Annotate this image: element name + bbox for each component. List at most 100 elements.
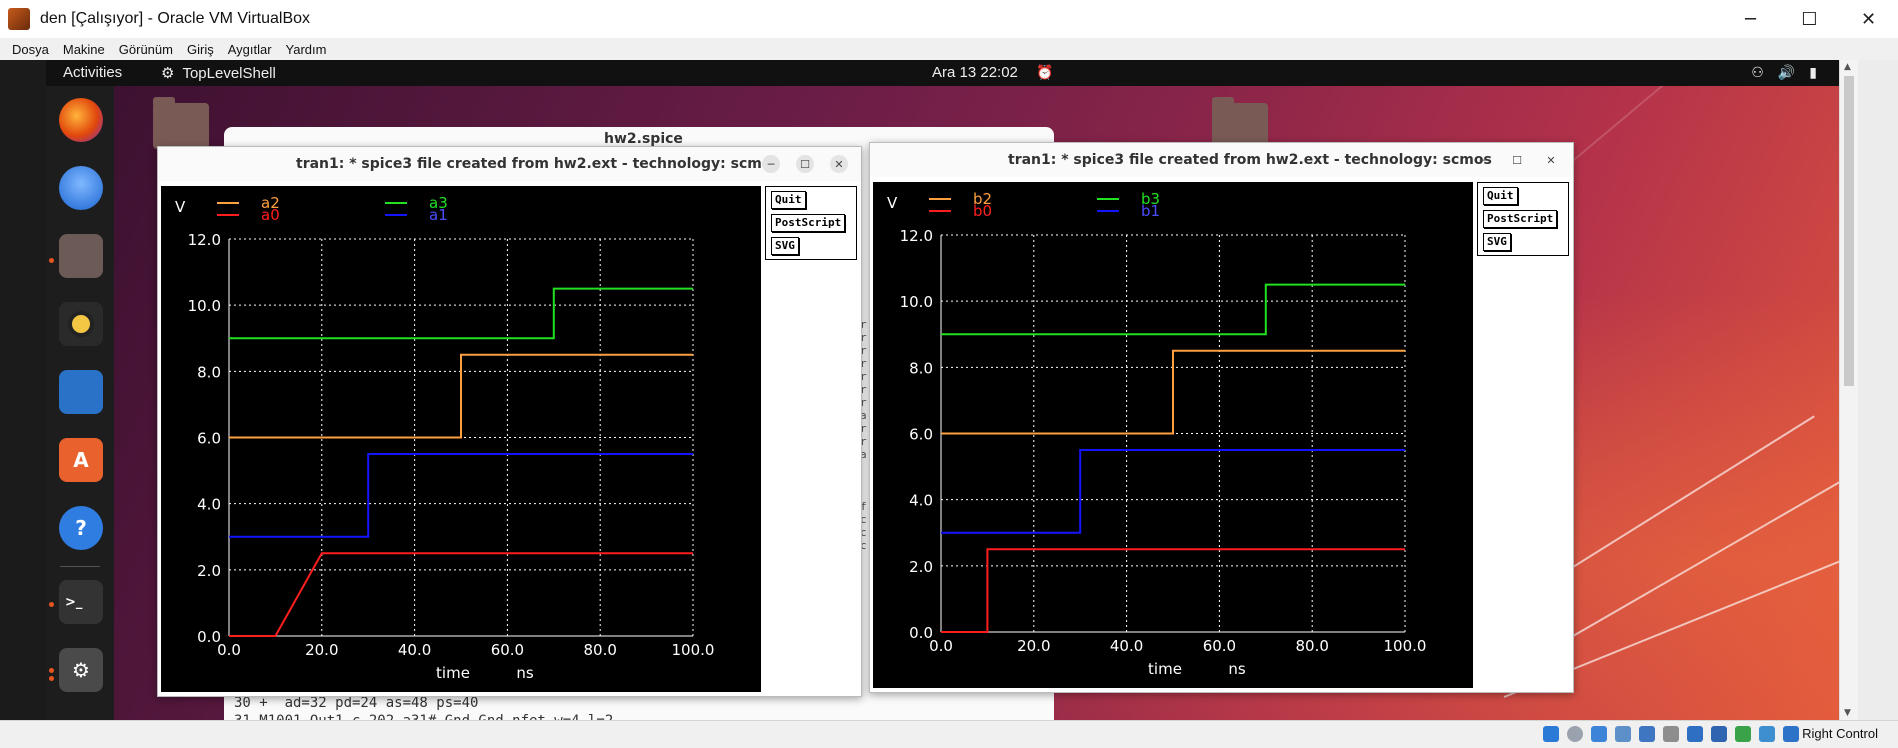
app-menu[interactable]: ⚙ TopLevelShell: [161, 64, 276, 83]
menu-giris[interactable]: Giriş: [180, 42, 221, 57]
display-icon[interactable]: [1687, 726, 1703, 742]
graph-a-plot-area[interactable]: 0.0 20.0 40.0 60.0 80.0 100.0 0.0 2.0 4.0 6.0 8.0 1…: [161, 186, 761, 692]
app-menu-label: TopLevelShell: [182, 64, 276, 82]
y-tick-label: 12.0: [900, 227, 933, 245]
x-tick-label: 40.0: [1110, 637, 1143, 655]
help-icon[interactable]: ?: [59, 506, 103, 550]
running-indicator: [49, 676, 54, 681]
minimize-button[interactable]: ─: [1721, 0, 1780, 38]
series-line-a2: [229, 353, 693, 439]
maximize-button[interactable]: ☐: [1780, 0, 1839, 38]
app-center-icon[interactable]: A: [59, 438, 103, 482]
activities-button[interactable]: Activities: [63, 64, 122, 81]
x-tick-label: 60.0: [491, 641, 524, 659]
graph-b-button-panel: Quit PostScript SVG: [1477, 182, 1569, 256]
window-controls: ─ ☐ ✕: [1721, 0, 1898, 38]
scroll-down-icon[interactable]: ▼: [1844, 708, 1851, 718]
shared-folders-icon[interactable]: [1663, 726, 1679, 742]
series-line-b3: [941, 283, 1405, 336]
firefox-icon[interactable]: [59, 98, 103, 142]
x-tick-label: 80.0: [583, 641, 616, 659]
menu-gorunum[interactable]: Görünüm: [112, 42, 180, 57]
minimize-icon[interactable]: ─: [762, 155, 780, 173]
dock-separator: [60, 566, 100, 567]
network-icon: ⚇: [1751, 64, 1764, 80]
menu-aygitlar[interactable]: Aygıtlar: [221, 42, 279, 57]
y-tick-label: 6.0: [197, 430, 221, 448]
audio-icon[interactable]: [1591, 726, 1607, 742]
rhythmbox-icon[interactable]: [59, 302, 103, 346]
y-tick-label: 2.0: [197, 562, 221, 580]
graph-b-plot-area[interactable]: 0.0 20.0 40.0 60.0 80.0 100.0 0.0 2.0 4.0 6.0 8.0 1…: [873, 182, 1473, 688]
y-tick-label: 10.0: [188, 297, 221, 315]
series-line-a0: [229, 552, 693, 637]
menu-dosya[interactable]: Dosya: [0, 42, 56, 57]
gnome-top-bar: Activities ⚙ TopLevelShell Ara 13 22:02 …: [46, 60, 1839, 86]
y-tick-label: 12.0: [188, 231, 221, 249]
x-tick-label: 40.0: [398, 641, 431, 659]
editor-line: 30 + ad=32 pd=24 as=48 ps=40: [234, 695, 479, 711]
series-line-a3: [229, 287, 693, 340]
vertical-scrollbar[interactable]: ▲ ▼: [1839, 60, 1858, 720]
y-tick-label: 4.0: [197, 496, 221, 514]
optical-drive-icon[interactable]: [1567, 726, 1583, 742]
legend-label: b1: [1141, 202, 1160, 220]
scroll-up-icon[interactable]: ▲: [1844, 62, 1851, 72]
graph-window-b: tran1: * spice3 file created from hw2.ex…: [869, 142, 1574, 693]
svg-button[interactable]: SVG: [771, 237, 799, 255]
terminal-icon[interactable]: >_: [59, 580, 103, 624]
graph-a-chart: 0.0 20.0 40.0 60.0 80.0 100.00.02.04.06.08.01…: [175, 194, 715, 682]
x-tick-label: 100.0: [672, 641, 715, 659]
running-indicator: [49, 258, 54, 263]
close-button[interactable]: ✕: [1839, 0, 1898, 38]
y-axis-label: V: [887, 194, 898, 212]
thunderbird-icon[interactable]: [59, 166, 103, 210]
postscript-button[interactable]: PostScript: [1483, 210, 1558, 228]
scrollbar-thumb[interactable]: [1844, 76, 1854, 386]
menu-makine[interactable]: Makine: [56, 42, 112, 57]
x-tick-label: 20.0: [305, 641, 338, 659]
editor-title: hw2.spice: [604, 131, 683, 147]
hard-disk-icon[interactable]: [1543, 726, 1559, 742]
minimize-icon[interactable]: ─: [1474, 151, 1492, 169]
quit-button[interactable]: Quit: [771, 191, 806, 209]
mouse-integration-icon[interactable]: [1759, 726, 1775, 742]
app-menu-icon: ⚙: [161, 65, 175, 82]
settings-icon[interactable]: ⚙: [59, 648, 103, 692]
cpu-icon[interactable]: [1735, 726, 1751, 742]
series-line-b2: [941, 349, 1405, 435]
x-axis-label: time: [436, 664, 470, 682]
postscript-button[interactable]: PostScript: [771, 214, 846, 232]
recording-icon[interactable]: [1711, 726, 1727, 742]
x-axis-unit: ns: [516, 664, 534, 682]
graph-b-title: tran1: * spice3 file created from hw2.ex…: [1008, 152, 1492, 168]
legend-label: b0: [973, 202, 992, 220]
keyboard-capture-icon[interactable]: [1783, 726, 1799, 742]
clock[interactable]: Ara 13 22:02: [932, 64, 1018, 81]
close-icon[interactable]: ✕: [1542, 151, 1560, 169]
y-tick-label: 4.0: [909, 492, 933, 510]
system-tray[interactable]: ⚇ 🔊 ▮: [1751, 64, 1817, 81]
usb-icon[interactable]: [1639, 726, 1655, 742]
x-axis-label: time: [1148, 660, 1182, 678]
close-icon[interactable]: ✕: [830, 155, 848, 173]
y-axis-label: V: [175, 198, 186, 216]
libreoffice-writer-icon[interactable]: [59, 370, 103, 414]
virtualbox-menu-bar: Dosya Makine Görünüm Giriş Aygıtlar Yard…: [0, 38, 1898, 60]
svg-button[interactable]: SVG: [1483, 233, 1511, 251]
maximize-icon[interactable]: ☐: [1508, 151, 1526, 169]
x-tick-label: 20.0: [1017, 637, 1050, 655]
menu-yardim[interactable]: Yardım: [279, 42, 334, 57]
x-axis-unit: ns: [1228, 660, 1246, 678]
network-adapter-icon[interactable]: [1615, 726, 1631, 742]
maximize-icon[interactable]: ☐: [796, 155, 814, 173]
home-folder-icon[interactable]: [153, 97, 209, 149]
x-tick-label: 100.0: [1384, 637, 1427, 655]
ubuntu-dock: A ? >_ ⚙: [46, 86, 114, 720]
files-icon[interactable]: [59, 234, 103, 278]
graph-a-button-panel: Quit PostScript SVG: [765, 186, 857, 260]
virtualbox-title-bar: den [Çalışıyor] - Oracle VM VirtualBox ─…: [0, 0, 1898, 38]
running-indicator: [49, 668, 54, 673]
graph-a-titlebar: tran1: * spice3 file created from hw2.ex…: [158, 147, 861, 181]
quit-button[interactable]: Quit: [1483, 187, 1518, 205]
